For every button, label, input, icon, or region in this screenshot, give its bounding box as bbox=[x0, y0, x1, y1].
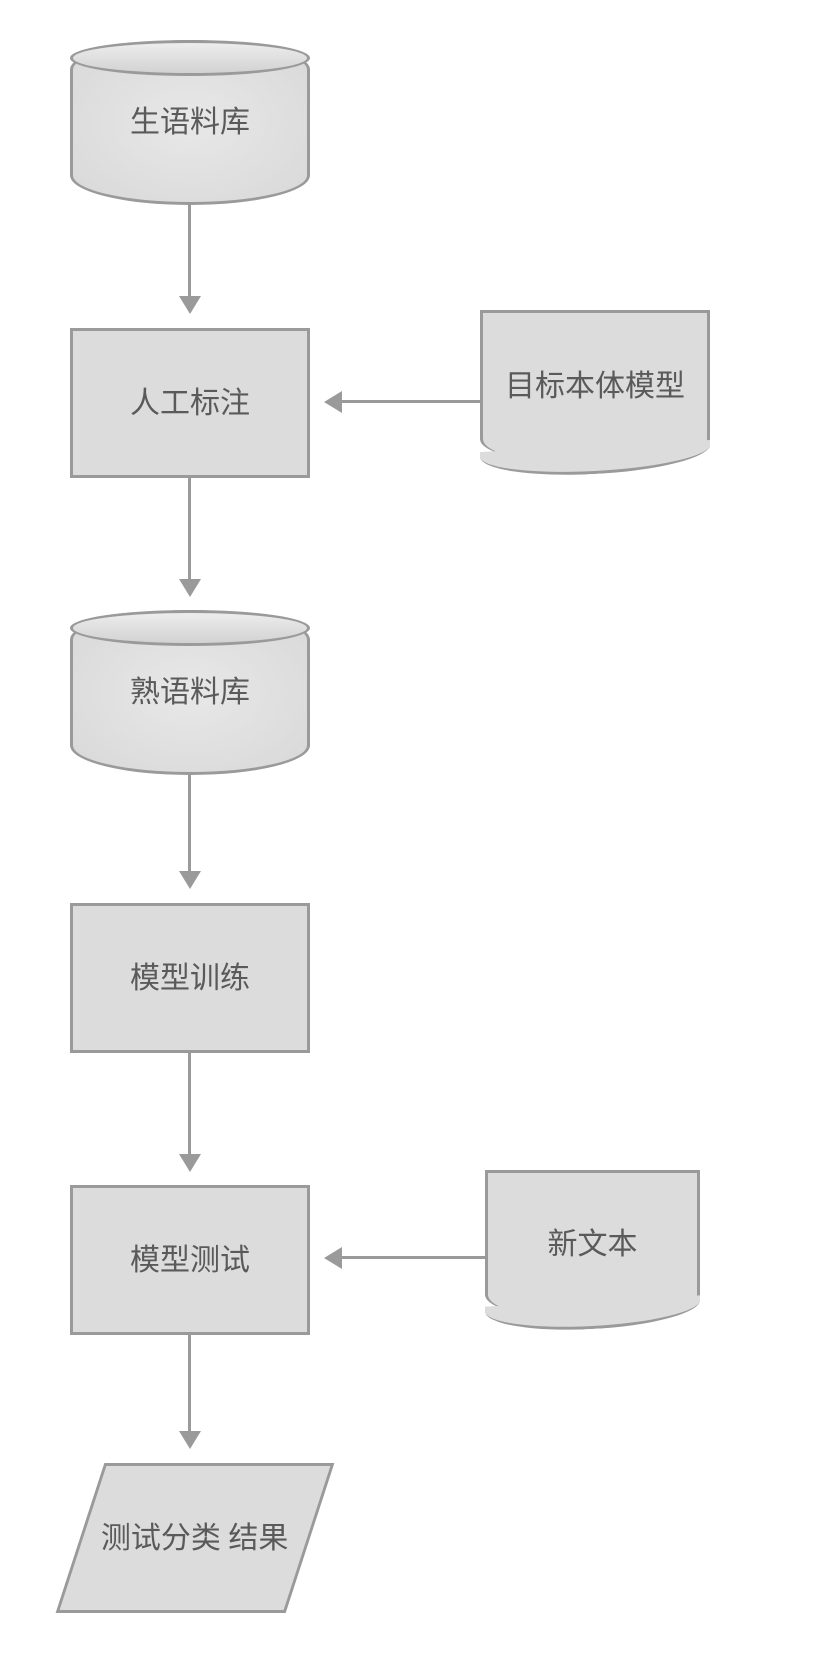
arrow-raw-to-manual bbox=[188, 205, 191, 310]
flowchart-canvas: 生语料库 人工标注 目标本体模型 熟语料库 模型训练 模型测试 新文本 测试分类… bbox=[30, 30, 810, 1650]
processed-corpus-label: 熟语料库 bbox=[130, 673, 250, 712]
raw-corpus-label: 生语料库 bbox=[130, 103, 250, 142]
model-testing-step: 模型测试 bbox=[70, 1185, 310, 1335]
raw-corpus-db: 生语料库 bbox=[70, 40, 310, 205]
new-text-label: 新文本 bbox=[548, 1225, 638, 1264]
arrow-manual-to-processed bbox=[188, 478, 191, 593]
arrow-testing-to-result bbox=[188, 1335, 191, 1445]
target-ontology-label: 目标本体模型 bbox=[505, 367, 685, 406]
manual-annotation-label: 人工标注 bbox=[130, 384, 250, 423]
test-result-label: 测试分类 结果 bbox=[101, 1519, 289, 1558]
new-text-doc: 新文本 bbox=[485, 1170, 700, 1315]
processed-corpus-db: 熟语料库 bbox=[70, 610, 310, 775]
model-testing-label: 模型测试 bbox=[130, 1241, 250, 1280]
model-training-label: 模型训练 bbox=[130, 959, 250, 998]
arrow-processed-to-training bbox=[188, 775, 191, 885]
arrow-ontology-to-manual bbox=[328, 400, 480, 403]
manual-annotation-step: 人工标注 bbox=[70, 328, 310, 478]
arrow-newtext-to-testing bbox=[328, 1256, 485, 1259]
test-result-output: 测试分类 结果 bbox=[56, 1463, 335, 1613]
target-ontology-doc: 目标本体模型 bbox=[480, 310, 710, 460]
model-training-step: 模型训练 bbox=[70, 903, 310, 1053]
arrow-training-to-testing bbox=[188, 1053, 191, 1168]
